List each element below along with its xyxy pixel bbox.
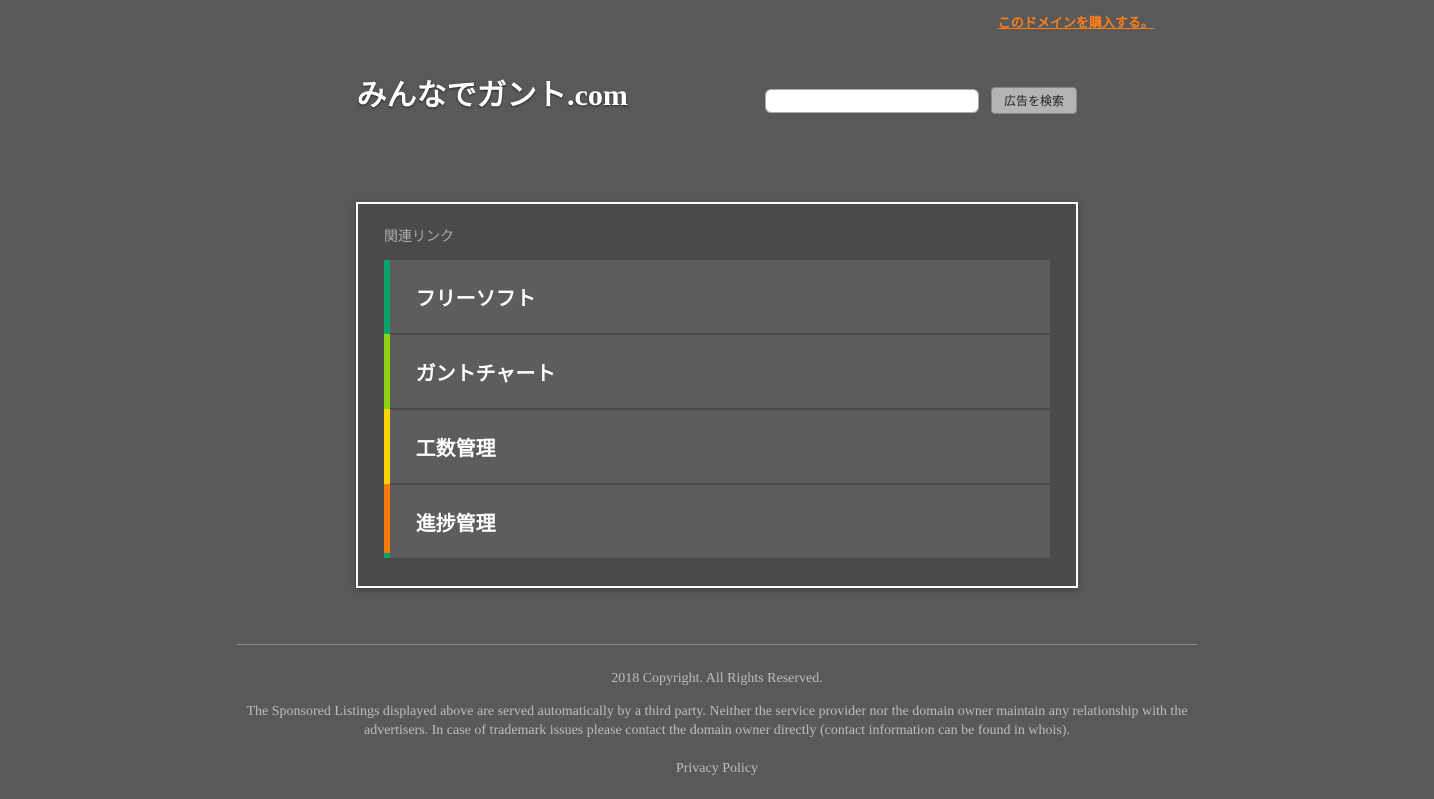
disclaimer-text: The Sponsored Listings displayed above a… bbox=[237, 703, 1197, 741]
privacy-policy-link[interactable]: Privacy Policy bbox=[237, 761, 1197, 777]
domain-title: みんなでガント.com bbox=[357, 70, 765, 114]
related-links-heading: 関連リンク bbox=[384, 226, 1050, 246]
copyright-text: 2018 Copyright. All Rights Reserved. bbox=[237, 671, 1197, 687]
related-link-item[interactable]: 進捗管理 bbox=[390, 485, 1050, 558]
search-input[interactable] bbox=[765, 89, 979, 113]
footer: 2018 Copyright. All Rights Reserved. The… bbox=[237, 644, 1197, 777]
related-links-card: 関連リンク フリーソフト ガントチャート 工数管理 進捗管理 bbox=[356, 202, 1078, 588]
search-button[interactable]: 広告を検索 bbox=[991, 87, 1077, 114]
related-link-item[interactable]: フリーソフト bbox=[390, 260, 1050, 333]
buy-domain-link[interactable]: このドメインを購入する。 bbox=[998, 15, 1154, 30]
related-link-item[interactable]: 工数管理 bbox=[390, 410, 1050, 483]
related-link-item[interactable]: ガントチャート bbox=[390, 335, 1050, 408]
